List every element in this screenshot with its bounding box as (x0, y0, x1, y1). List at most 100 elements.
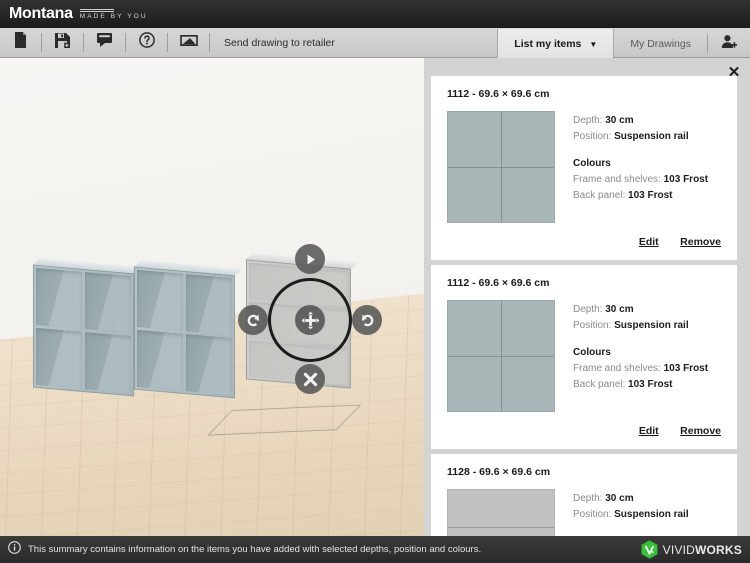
rotate-right-icon (360, 313, 375, 328)
info-circle-icon (8, 540, 21, 559)
selection-gizmo (238, 244, 382, 394)
back-panel-value: 103 Frost (628, 189, 673, 201)
frame-value: 103 Frost (663, 174, 709, 185)
frame-label: Frame and shelves: (573, 174, 661, 185)
gizmo-rotate-left-button[interactable] (238, 305, 268, 335)
unit-cell (36, 327, 82, 389)
position-label: Position: (573, 130, 612, 142)
depth-label: Depth: (573, 115, 603, 126)
depth-value: 30 cm (605, 115, 634, 126)
position-label: Position: (573, 319, 612, 331)
screenshot-icon (179, 34, 198, 52)
depth-value: 30 cm (605, 493, 634, 504)
unit-cell (85, 272, 131, 334)
item-frame-row: Frame and shelves: 103 Frost (573, 361, 721, 377)
unit-cell (186, 274, 232, 336)
vividworks-wordmark: VIVIDWORKS (663, 543, 742, 557)
position-value: Suspension rail (614, 508, 689, 520)
item-actions: Edit Remove (447, 421, 721, 439)
brand-logo: Montana MADE BY YOU (0, 6, 148, 22)
back-panel-label: Back panel: (573, 189, 626, 201)
colours-heading: Colours (573, 347, 611, 358)
tab-list-my-items-label: List my items (514, 38, 582, 50)
shelf-unit-frost-2[interactable] (134, 260, 243, 399)
help-button[interactable] (126, 28, 167, 57)
item-title: 1112 - 69.6 × 69.6 cm (447, 88, 550, 100)
thumb-divider (448, 356, 554, 357)
unit-cell-grid (137, 269, 232, 396)
position-value: Suspension rail (614, 130, 689, 142)
list-item[interactable]: 1128 - 69.6 × 69.6 cm Depth: 30 cm Posit… (431, 454, 737, 536)
unit-cell-grid (36, 267, 131, 394)
item-specs: Depth: 30 cm Position: Suspension rail C… (555, 489, 721, 536)
app-header: Montana MADE BY YOU (0, 0, 750, 28)
item-body: Depth: 30 cm Position: Suspension rail C… (447, 489, 721, 536)
frame-value: 103 Frost (663, 363, 709, 374)
send-drawing-to-retailer-button[interactable]: Send drawing to retailer (210, 28, 335, 57)
depth-label: Depth: (573, 304, 603, 315)
new-document-button[interactable] (0, 28, 41, 57)
item-depth-row: Depth: 30 cm (573, 302, 721, 318)
unit-cell (36, 267, 82, 329)
item-thumbnail (447, 300, 555, 412)
save-drawing-icon (55, 32, 70, 53)
position-label: Position: (573, 508, 612, 520)
shelf-unit-frost-1[interactable] (33, 258, 142, 397)
position-value: Suspension rail (614, 319, 689, 331)
unit-cell (137, 269, 183, 331)
item-title: 1128 - 69.6 × 69.6 cm (447, 466, 551, 478)
depth-value: 30 cm (605, 304, 634, 315)
main-toolbar: Send drawing to retailer List my items ▼… (0, 28, 750, 59)
depth-label: Depth: (573, 493, 603, 504)
application-root: Montana MADE BY YOU Send drawing to reta… (0, 0, 750, 563)
toolbar-icon-group (0, 28, 210, 57)
item-frame-row: Frame and shelves: 103 Frost (573, 172, 721, 188)
comment-button[interactable] (84, 28, 125, 57)
item-body: Depth: 30 cm Position: Suspension rail C… (447, 111, 721, 223)
add-user-button[interactable] (708, 29, 750, 58)
save-drawing-button[interactable] (42, 28, 83, 57)
gizmo-rotate-right-button[interactable] (352, 305, 382, 335)
thumb-divider (448, 526, 554, 528)
item-specs: Depth: 30 cm Position: Suspension rail C… (555, 300, 721, 412)
colours-heading: Colours (573, 158, 611, 169)
unit-cell (137, 329, 183, 391)
item-body: Depth: 30 cm Position: Suspension rail C… (447, 300, 721, 412)
unit-cell (85, 332, 131, 394)
gizmo-delete-button[interactable] (295, 364, 325, 394)
remove-item-link[interactable]: Remove (680, 236, 721, 248)
gizmo-move-button[interactable] (295, 305, 325, 335)
items-panel: ✕ 1112 - 69.6 × 69.6 cm Depth: 30 cm Pos… (424, 58, 750, 536)
status-message: This summary contains information on the… (28, 544, 482, 555)
add-user-icon (721, 34, 738, 54)
item-thumbnail (447, 111, 555, 223)
remove-item-link[interactable]: Remove (680, 425, 721, 437)
3d-viewport[interactable] (0, 58, 424, 536)
list-item[interactable]: 1112 - 69.6 × 69.6 cm Depth: 30 cm Posit… (431, 265, 737, 449)
item-position-row: Position: Suspension rail (573, 507, 721, 523)
item-title: 1112 - 69.6 × 69.6 cm (447, 277, 550, 289)
edit-item-link[interactable]: Edit (639, 236, 659, 248)
vividworks-wordmark-primary: VIVID (662, 542, 695, 557)
close-x-icon (303, 372, 318, 387)
tab-my-drawings[interactable]: My Drawings (614, 29, 707, 58)
item-actions: Edit Remove (447, 232, 721, 250)
item-position-row: Position: Suspension rail (573, 318, 721, 334)
item-depth-row: Depth: 30 cm (573, 491, 721, 507)
screenshot-button[interactable] (168, 28, 209, 57)
tab-list-my-items[interactable]: List my items ▼ (497, 29, 615, 59)
item-position-row: Position: Suspension rail (573, 129, 721, 145)
play-arrow-icon (304, 253, 317, 266)
gizmo-next-button[interactable] (295, 244, 325, 274)
tab-my-drawings-label: My Drawings (630, 37, 691, 50)
item-specs: Depth: 30 cm Position: Suspension rail C… (555, 111, 721, 223)
move-four-arrows-icon (301, 311, 320, 330)
brand-name: Montana (9, 5, 73, 22)
thumb-divider (448, 167, 554, 168)
status-bar: This summary contains information on the… (0, 536, 750, 563)
edit-item-link[interactable]: Edit (639, 425, 659, 437)
brand-tagline: MADE BY YOU (79, 8, 148, 20)
items-list: 1112 - 69.6 × 69.6 cm Depth: 30 cm Posit… (431, 76, 737, 536)
list-item[interactable]: 1112 - 69.6 × 69.6 cm Depth: 30 cm Posit… (431, 76, 737, 260)
